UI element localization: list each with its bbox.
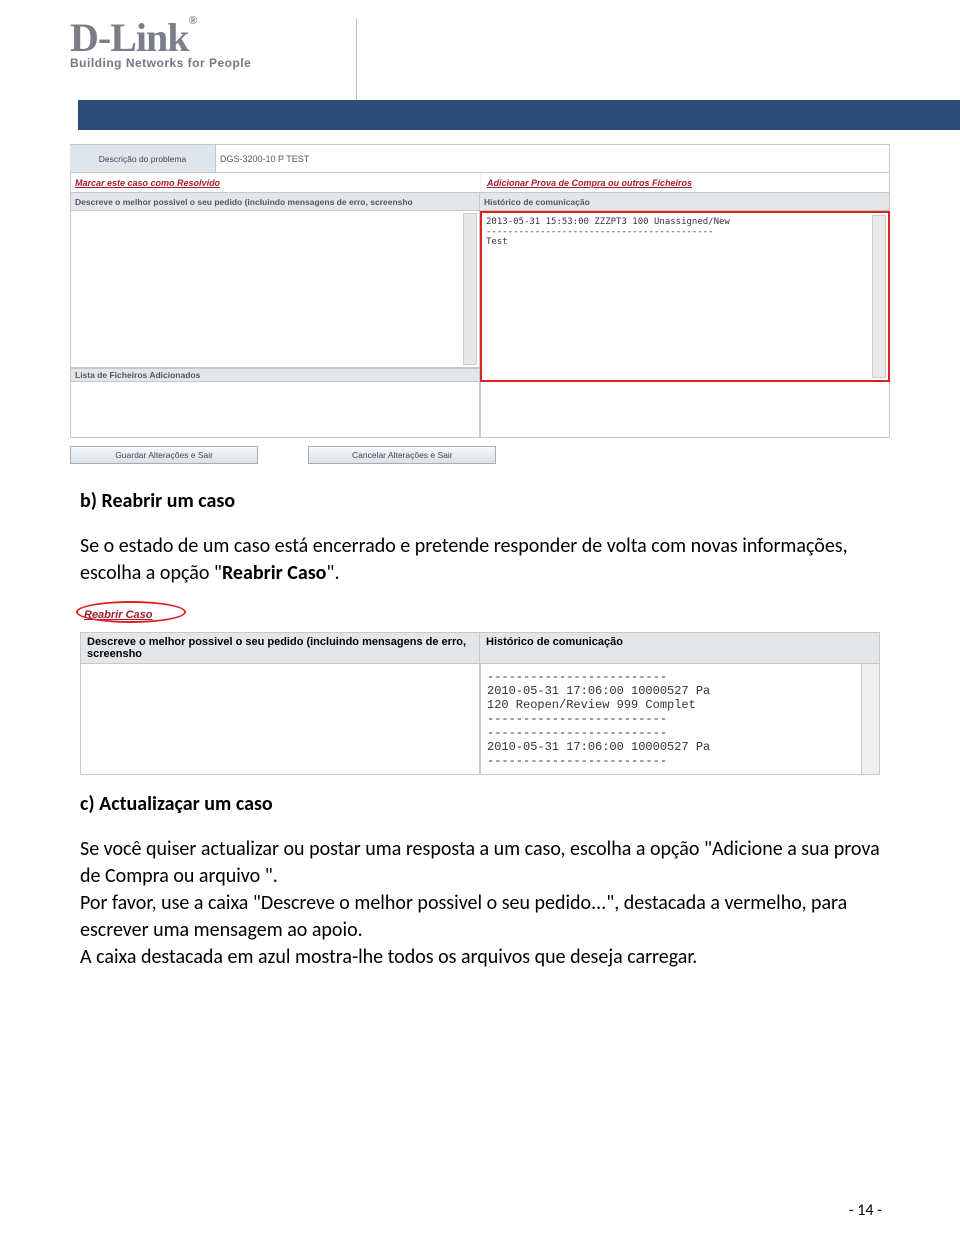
scrollbar[interactable]	[463, 213, 477, 365]
history-content-2: ------------------------- 2010-05-31 17:…	[480, 664, 880, 775]
files-left-panel	[70, 382, 480, 438]
history-line: 2010-05-31 17:06:00 10000527 Pa	[487, 740, 873, 754]
describe-header-2: Descreve o melhor possivel o seu pedido …	[80, 632, 480, 664]
history-line: 2013-05-31 15:53:00 ZZZPT3 100 Unassigne…	[486, 217, 884, 227]
history-line: -------------------------	[487, 726, 873, 740]
history-line: -------------------------	[487, 670, 873, 684]
label-problem-description: Descrição do problema	[70, 145, 216, 173]
section-c-p1: Se você quiser actualizar ou postar uma …	[80, 836, 880, 890]
history-line: -------------------------	[487, 754, 873, 768]
mark-resolved-link[interactable]: Marcar este caso como Resolvido	[75, 178, 220, 188]
add-proof-link[interactable]: Adicionar Prova de Compra ou outros Fich…	[487, 178, 692, 188]
history-panel-highlighted: 2013-05-31 15:53:00 ZZZPT3 100 Unassigne…	[480, 211, 890, 382]
files-added-header: Lista de Ficheiros Adicionados	[70, 368, 480, 382]
section-c: c) Actualizaçar um caso Se você quiser a…	[70, 791, 890, 971]
history-header: Histórico de comunicação	[480, 193, 890, 211]
header-blue-bar	[78, 100, 960, 130]
history-line: Test	[486, 237, 884, 247]
section-b-title: b) Reabrir um caso	[80, 488, 880, 515]
describe-header: Descreve o melhor possivel o seu pedido …	[70, 193, 480, 211]
registered-icon: ®	[189, 13, 197, 27]
files-right-panel	[480, 382, 890, 438]
screenshot-reopen-case: Reabrir Caso Descreve o melhor possivel …	[80, 605, 880, 775]
section-b: b) Reabrir um caso Se o estado de um cas…	[70, 488, 890, 587]
section-c-p3: A caixa destacada em azul mostra-lhe tod…	[80, 944, 880, 971]
scrollbar[interactable]	[872, 215, 886, 378]
highlight-ellipse	[76, 601, 186, 623]
describe-textarea[interactable]	[70, 211, 480, 368]
history-header-2: Histórico de comunicação	[480, 632, 880, 664]
history-line: -------------------------	[487, 712, 873, 726]
section-c-title: c) Actualizaçar um caso	[80, 791, 880, 818]
value-problem-description: DGS-3200-10 P TEST	[216, 145, 890, 173]
section-c-p2: Por favor, use a caixa "Descreve o melho…	[80, 890, 880, 944]
logo-text: D-Link	[70, 15, 189, 60]
logo-tagline: Building Networks for People	[70, 56, 270, 70]
header-divider	[356, 18, 357, 100]
screenshot-case-form: Descrição do problema DGS-3200-10 P TEST…	[70, 144, 890, 464]
cancel-exit-button[interactable]: Cancelar Alterações e Sair	[308, 446, 496, 464]
describe-textarea-2[interactable]	[80, 664, 480, 775]
history-line: 120 Reopen/Review 999 Complet	[487, 698, 873, 712]
brand-logo: D-Link® Building Networks for People	[70, 18, 270, 70]
save-exit-button[interactable]: Guardar Alterações e Sair	[70, 446, 258, 464]
scrollbar[interactable]	[861, 664, 879, 774]
section-b-paragraph: Se o estado de um caso está encerrado e …	[80, 533, 880, 587]
history-content: 2013-05-31 15:53:00 ZZZPT3 100 Unassigne…	[482, 213, 888, 380]
page-header: D-Link® Building Networks for People	[70, 18, 890, 96]
page-number: - 14 -	[849, 1201, 882, 1220]
history-line: 2010-05-31 17:06:00 10000527 Pa	[487, 684, 873, 698]
history-line: ----------------------------------------…	[486, 227, 884, 237]
